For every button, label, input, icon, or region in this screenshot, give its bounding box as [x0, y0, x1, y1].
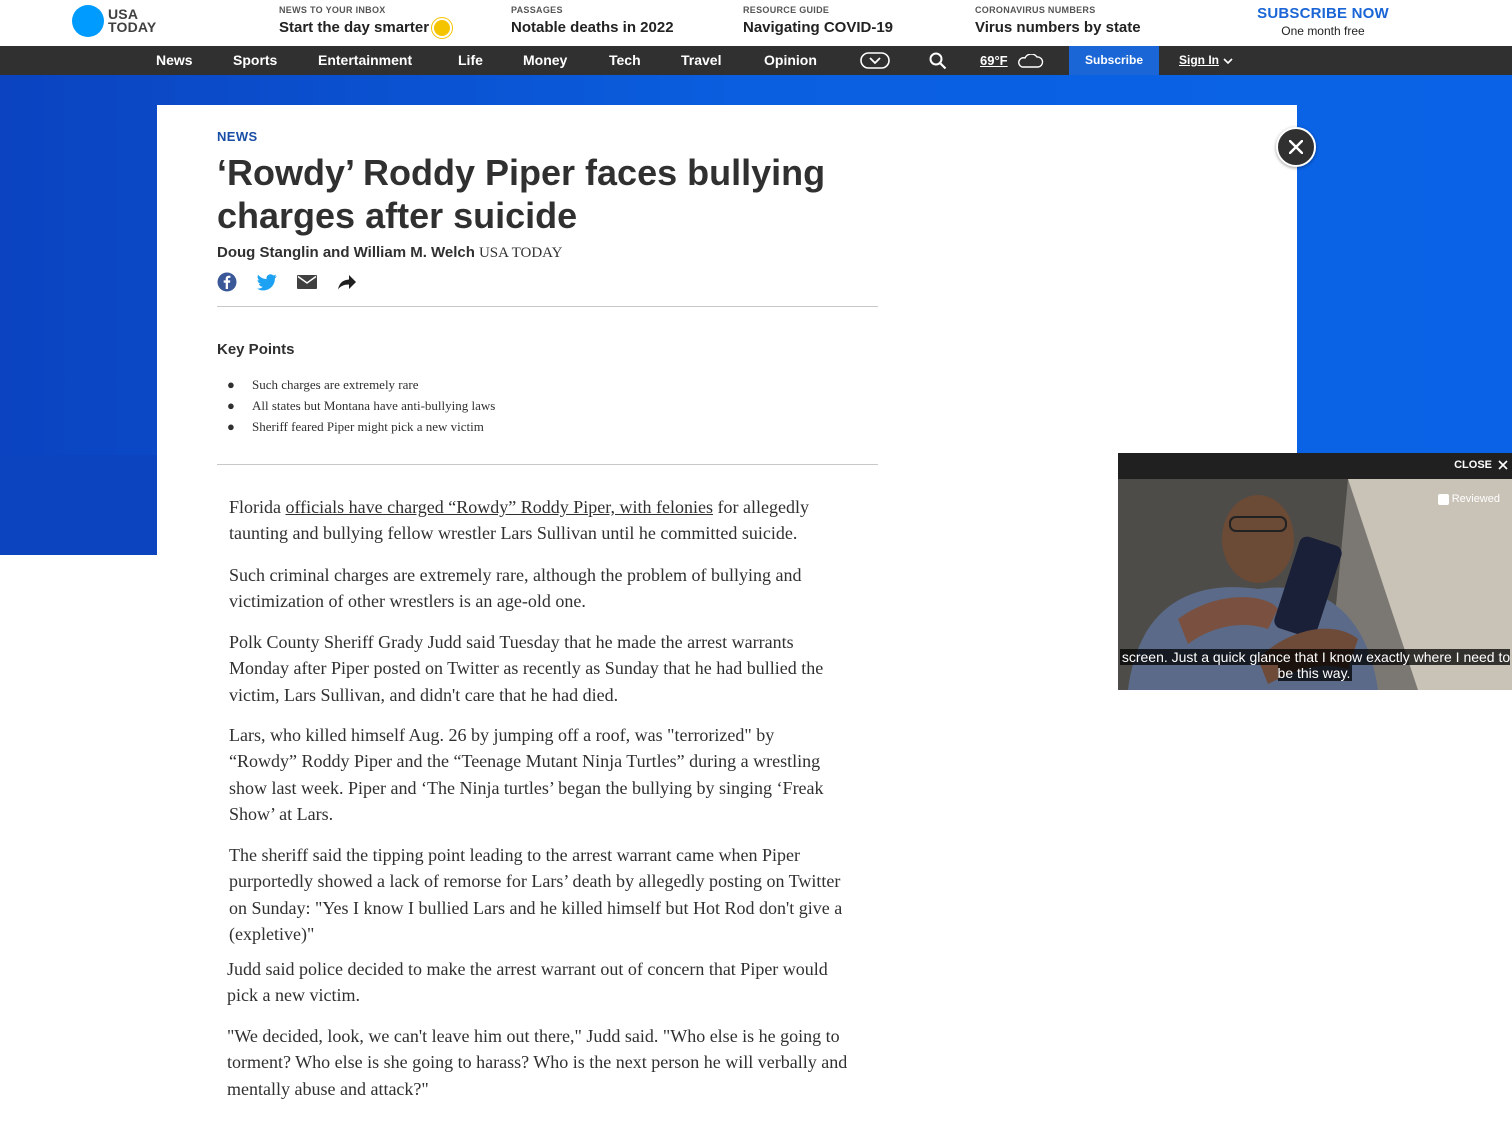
divider — [217, 306, 878, 307]
bullet: ● — [227, 377, 235, 392]
article-paragraph: "We decided, look, we can't leave him ou… — [227, 1026, 848, 1099]
promo-kicker: RESOURCE GUIDE — [743, 5, 830, 15]
video-caption-text: screen. Just a quick glance that I know … — [1119, 649, 1511, 681]
promo-passages[interactable]: PASSAGES Notable deaths in 2022 — [511, 5, 674, 36]
video-header: CLOSE — [1118, 453, 1512, 479]
checkmark-icon — [1437, 493, 1449, 505]
byline-org: USA TODAY — [478, 245, 563, 261]
subscribe-now-title: SUBSCRIBE NOW — [1257, 5, 1389, 22]
key-point-text: All states but Montana have anti-bullyin… — [252, 398, 496, 413]
nav-item-life[interactable]: Life — [458, 46, 483, 75]
search-icon[interactable] — [929, 52, 947, 75]
promo-kicker: PASSAGES — [511, 5, 563, 15]
promo-title: Navigating COVID-19 — [743, 19, 894, 36]
bullet: ● — [227, 419, 235, 434]
reviewed-label: Reviewed — [1451, 493, 1500, 505]
article-paragraph: Florida officials have charged “Rowdy” R… — [229, 494, 859, 547]
video-caption: screen. Just a quick glance that I know … — [1118, 649, 1512, 681]
key-points-list: ● Such charges are extremely rare ● All st… — [227, 374, 495, 437]
sun-icon — [434, 19, 451, 36]
nav-item-opinion[interactable]: Opinion — [764, 46, 817, 75]
cloud-icon — [1016, 53, 1044, 73]
top-promo-bar: USA TODAY NEWS TO YOUR INBOX Start the d… — [0, 0, 1512, 46]
subscribe-now-subtitle: One month free — [1281, 24, 1365, 38]
nav-item-entertainment[interactable]: Entertainment — [318, 46, 412, 75]
promo-kicker: CORONAVIRUS NUMBERS — [975, 5, 1096, 15]
close-article-button[interactable] — [1276, 127, 1316, 167]
key-point-item: ● Such charges are extremely rare — [227, 374, 495, 395]
promo-newsletter[interactable]: NEWS TO YOUR INBOX Start the day smarter — [279, 5, 451, 36]
main-nav: News Sports Entertainment Life Money Tec… — [0, 46, 1512, 75]
chevron-down-icon — [1223, 57, 1233, 64]
video-close-button[interactable]: CLOSE — [1454, 459, 1508, 471]
divider — [217, 464, 878, 465]
more-menu-icon[interactable] — [860, 52, 890, 74]
article-paragraph: Judd said police decided to make the arr… — [227, 959, 828, 1006]
promo-title: Notable deaths in 2022 — [511, 19, 674, 36]
nav-item-travel[interactable]: Travel — [681, 46, 721, 75]
article-headline: ‘Rowdy’ Roddy Piper faces bullying charg… — [217, 152, 826, 236]
bullet: ● — [227, 398, 235, 413]
key-point-item: ● All states but Montana have anti-bullyi… — [227, 395, 495, 416]
subscribe-now-link[interactable]: SUBSCRIBE NOW One month free — [1256, 5, 1390, 38]
logo-line2: TODAY — [108, 19, 157, 35]
facebook-icon[interactable] — [217, 271, 237, 293]
key-point-item: ● Sheriff feared Piper might pick a new v… — [227, 416, 495, 437]
nav-item-money[interactable]: Money — [523, 46, 567, 75]
share-arrow-icon[interactable] — [337, 271, 357, 293]
video-frame[interactable]: Reviewed screen. Just a quick glance tha… — [1118, 479, 1512, 690]
share-buttons — [217, 271, 357, 293]
key-point-text: Sheriff feared Piper might pick a new vi… — [252, 419, 484, 434]
promo-virus-numbers[interactable]: CORONAVIRUS NUMBERS Virus numbers by sta… — [975, 5, 1141, 36]
nav-item-sports[interactable]: Sports — [233, 46, 277, 75]
nav-item-tech[interactable]: Tech — [609, 46, 641, 75]
twitter-icon[interactable] — [257, 271, 277, 293]
nav-item-news[interactable]: News — [156, 46, 193, 75]
hero-background-edge — [0, 455, 157, 555]
floating-video-player[interactable]: CLOSE Reviewed screen. Just a quick glan… — [1118, 453, 1512, 690]
officials-charged-link[interactable]: officials have charged “Rowdy” Roddy Pip… — [286, 497, 714, 517]
promo-title: Virus numbers by state — [975, 19, 1141, 36]
subscribe-button[interactable]: Subscribe — [1069, 46, 1159, 75]
sign-in-button[interactable]: Sign In — [1179, 46, 1233, 75]
key-points-title: Key Points — [217, 341, 295, 358]
logo-dot-icon — [72, 5, 104, 37]
article-paragraph: Lars, who killed himself Aug. 26 by jump… — [229, 725, 824, 824]
article-paragraph: Polk County Sheriff Grady Judd said Tues… — [229, 632, 824, 705]
article-paragraph: Such criminal charges are extremely rare… — [229, 565, 802, 612]
close-icon — [1498, 460, 1508, 470]
close-icon — [1289, 140, 1303, 154]
weather-temp[interactable]: 69°F — [980, 46, 1008, 75]
sign-in-label: Sign In — [1179, 53, 1219, 67]
article-paragraph: The sheriff said the tipping point leadi… — [229, 845, 843, 944]
promo-kicker: NEWS TO YOUR INBOX — [279, 5, 386, 15]
promo-title: Start the day smarter — [279, 19, 430, 36]
usa-today-logo[interactable]: USA TODAY — [72, 5, 156, 37]
byline-authors: Doug Stanglin and William M. Welch — [217, 244, 475, 261]
video-close-label: CLOSE — [1454, 459, 1492, 471]
key-point-text: Such charges are extremely rare — [252, 377, 419, 392]
reviewed-badge: Reviewed — [1437, 493, 1500, 505]
promo-covid-guide[interactable]: RESOURCE GUIDE Navigating COVID-19 — [743, 5, 893, 36]
section-label[interactable]: NEWS — [217, 129, 258, 144]
email-icon[interactable] — [297, 271, 317, 293]
paragraph-text: Florida — [229, 497, 286, 517]
byline: Doug Stanglin and William M. Welch USA TO… — [217, 244, 562, 262]
